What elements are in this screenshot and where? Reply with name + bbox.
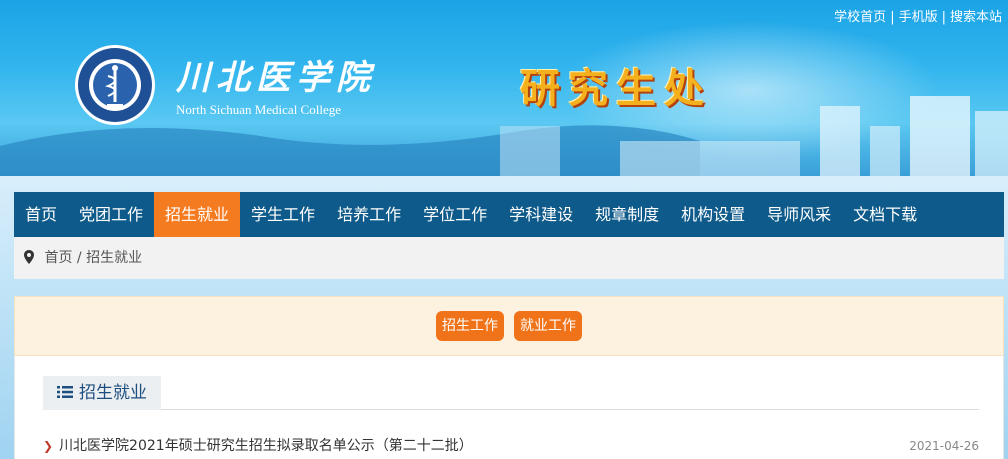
nav-item-discipline[interactable]: 学科建设 xyxy=(498,192,584,237)
college-name-en: North Sichuan Medical College xyxy=(176,102,341,117)
breadcrumb-separator: / xyxy=(76,250,82,266)
location-pin-icon xyxy=(24,250,34,264)
section-header: 招生就业 xyxy=(43,376,979,410)
nav-item-degree[interactable]: 学位工作 xyxy=(412,192,498,237)
college-name-cn: 川北医学院 xyxy=(176,58,376,98)
nav-item-home[interactable]: 首页 xyxy=(14,192,68,237)
nav-item-students[interactable]: 学生工作 xyxy=(240,192,326,237)
news-title-link[interactable]: 川北医学院2021年硕士研究生招生拟录取名单公示（第二十二批） xyxy=(59,438,473,454)
site-search-link[interactable]: 搜索本站 xyxy=(950,10,1002,25)
section-title: 招生就业 xyxy=(79,383,147,403)
content-panel: 招生就业 ❯ 川北医学院2021年硕士研究生招生拟录取名单公示（第二十二批） 20… xyxy=(14,356,1004,459)
main-nav: 首页 党团工作 招生就业 学生工作 培养工作 学位工作 学科建设 规章制度 机构… xyxy=(14,192,1004,237)
employment-work-button[interactable]: 就业工作 xyxy=(514,311,582,341)
nav-item-training[interactable]: 培养工作 xyxy=(326,192,412,237)
nav-item-party[interactable]: 党团工作 xyxy=(68,192,154,237)
top-links-separator: | xyxy=(890,10,895,25)
category-strip: 招生工作 就业工作 xyxy=(14,296,1004,356)
nav-item-organization[interactable]: 机构设置 xyxy=(670,192,756,237)
top-links: 学校首页 | 手机版 | 搜索本站 xyxy=(834,6,1002,25)
breadcrumb: 首页 / 招生就业 xyxy=(14,237,1004,279)
list-icon xyxy=(57,386,73,398)
breadcrumb-home-link[interactable]: 首页 xyxy=(44,250,72,266)
top-links-separator: | xyxy=(941,10,946,25)
news-date: 2021-04-26 xyxy=(909,439,979,453)
office-title: 研究生处 xyxy=(520,65,712,112)
mobile-version-link[interactable]: 手机版 xyxy=(899,10,938,25)
nav-item-regulations[interactable]: 规章制度 xyxy=(584,192,670,237)
nav-item-supervisors[interactable]: 导师风采 xyxy=(756,192,842,237)
admission-work-button[interactable]: 招生工作 xyxy=(436,311,504,341)
college-emblem-icon[interactable] xyxy=(74,44,156,126)
header-banner: 学校首页 | 手机版 | 搜索本站 川北医学院 North Sichuan Medica… xyxy=(0,0,1008,176)
nav-item-downloads[interactable]: 文档下载 xyxy=(842,192,928,237)
chevron-right-icon: ❯ xyxy=(43,439,54,453)
section-tab: 招生就业 xyxy=(43,376,161,410)
breadcrumb-current: 招生就业 xyxy=(86,250,143,266)
list-item: ❯ 川北医学院2021年硕士研究生招生拟录取名单公示（第二十二批） 2021-04… xyxy=(43,436,979,456)
school-home-link[interactable]: 学校首页 xyxy=(834,10,886,25)
nav-item-admission[interactable]: 招生就业 xyxy=(154,192,241,237)
